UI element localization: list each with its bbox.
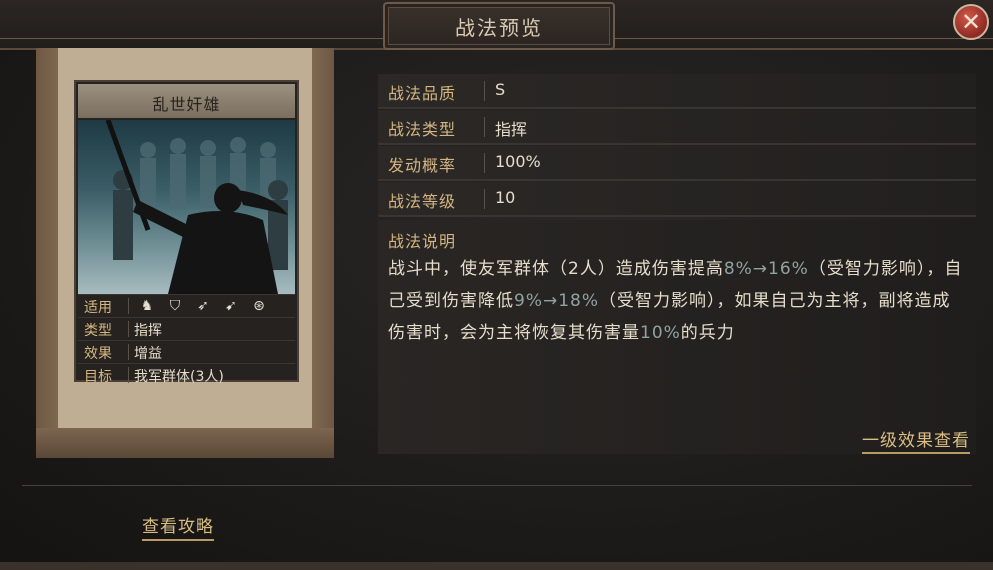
description-highlight: 10%	[640, 323, 681, 343]
view-guide-link[interactable]: 查看攻略	[142, 512, 214, 541]
card-row-target: 目标 我军群体(3人)	[78, 363, 295, 386]
divider	[484, 189, 485, 209]
card-row-label: 目标	[84, 369, 112, 385]
info-row-quality: 战法品质 S	[378, 74, 976, 109]
skill-card-name-plate: 乱世奸雄	[78, 84, 295, 118]
scroll-bottom-roller	[36, 428, 334, 458]
description-text: 战斗中，使友军群体（2人）造成伤害提高8%→16%（受智力影响），自己受到伤害降…	[388, 253, 968, 349]
info-value: 10	[495, 188, 516, 207]
wheel-icon: ⊛	[253, 298, 265, 314]
info-label: 战法品质	[388, 84, 457, 103]
level-one-effect-link[interactable]: 一级效果查看	[862, 426, 970, 454]
card-row-label: 适用	[84, 300, 112, 316]
skill-card-name: 乱世奸雄	[152, 95, 221, 114]
card-row-value: 指挥	[134, 323, 162, 339]
info-row-level: 战法等级 10	[378, 182, 976, 217]
divider	[484, 81, 485, 101]
unit-type-icons: ♞ ⛉ ➶ ➹ ⊛	[138, 297, 268, 315]
description-highlight: 9%→18%	[514, 291, 599, 311]
card-row-value: 我军群体(3人)	[134, 369, 224, 385]
close-button[interactable]: ✕	[953, 4, 989, 40]
divider	[484, 117, 485, 137]
divider	[128, 321, 129, 337]
spear-icon: ➹	[225, 298, 237, 314]
skill-card-artwork	[78, 120, 295, 294]
bow-icon: ➶	[197, 298, 209, 314]
skill-card-attributes: 适用 ♞ ⛉ ➶ ➹ ⊛ 类型 指挥 效果 增益 目标 我军群体(3人)	[78, 294, 295, 386]
info-value: S	[495, 80, 506, 99]
card-row-type: 类型 指挥	[78, 317, 295, 340]
close-icon: ✕	[960, 8, 982, 36]
divider	[128, 367, 129, 383]
skill-preview-window: 战法预览 ✕ 乱世奸雄 适用 ♞ ⛉ ➶ ➹ ⊛ 类型 指挥 效果 增益 目标 …	[0, 0, 993, 570]
info-label: 战法等级	[388, 192, 457, 211]
skill-info-table: 战法品质 S 战法类型 指挥 发动概率 100% 战法等级 10	[378, 74, 976, 218]
title-bar: 战法预览 ✕	[0, 0, 993, 50]
info-label: 战法类型	[388, 120, 457, 139]
footer-divider	[22, 485, 972, 486]
description-title: 战法说明	[388, 232, 457, 251]
shield-icon: ⛉	[169, 298, 181, 314]
warrior-silhouette-art	[105, 120, 288, 294]
info-row-type: 战法类型 指挥	[378, 110, 976, 145]
skill-card: 乱世奸雄 适用 ♞ ⛉ ➶ ➹ ⊛ 类型 指挥 效果 增益 目标 我军群体(3人…	[74, 80, 299, 385]
skill-description-box: 战法说明 战斗中，使友军群体（2人）造成伤害提高8%→16%（受智力影响），自己…	[378, 220, 976, 454]
card-row-label: 类型	[84, 323, 112, 339]
card-row-label: 效果	[84, 346, 112, 362]
divider	[484, 153, 485, 173]
card-row-applicable: 适用 ♞ ⛉ ➶ ➹ ⊛	[78, 294, 295, 317]
window-title: 战法预览	[455, 16, 543, 40]
info-value: 100%	[495, 152, 541, 171]
description-part: 战斗中，使友军群体（2人）造成伤害提高	[388, 259, 724, 279]
description-part: 的兵力	[680, 323, 735, 343]
divider	[128, 344, 129, 360]
cavalry-icon: ♞	[140, 298, 154, 314]
description-highlight: 8%→16%	[723, 259, 809, 279]
divider	[128, 298, 129, 314]
info-row-probability: 发动概率 100%	[378, 146, 976, 181]
info-value: 指挥	[495, 120, 528, 139]
card-row-value: 增益	[134, 346, 162, 362]
title-plate: 战法预览	[383, 2, 615, 50]
bottom-frame	[0, 562, 993, 570]
card-row-effect: 效果 增益	[78, 340, 295, 363]
info-label: 发动概率	[388, 156, 457, 175]
